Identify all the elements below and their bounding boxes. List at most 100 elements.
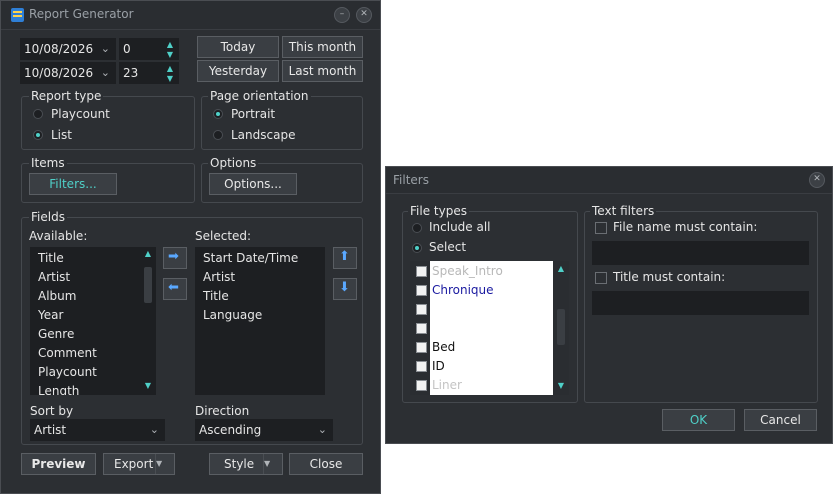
direction-label: Direction <box>195 404 250 418</box>
filters-button[interactable]: Filters... <box>29 173 117 195</box>
move-up-button[interactable]: ⬆ <box>333 247 357 269</box>
list-item[interactable]: Album <box>38 289 76 303</box>
arrow-right-icon: ➡ <box>168 249 179 264</box>
list-item[interactable]: ID <box>432 359 445 373</box>
include-all-label: Include all <box>429 220 491 234</box>
spin-down-icon[interactable]: ▼ <box>165 74 175 83</box>
export-label: Export <box>114 457 154 471</box>
selected-list[interactable]: Start Date/Time Artist Title Language <box>195 247 325 395</box>
list-item[interactable]: Genre <box>38 327 74 341</box>
chevron-down-icon: ⌄ <box>317 423 327 436</box>
checkbox[interactable] <box>416 361 427 372</box>
chevron-down-icon: ⌄ <box>100 66 110 79</box>
list-item[interactable]: Start Date/Time <box>203 251 298 265</box>
checkbox[interactable] <box>416 323 427 334</box>
hour-from-stepper[interactable]: 0 ▲ ▼ <box>119 38 179 60</box>
minimize-icon[interactable]: – <box>334 7 350 23</box>
file-types-label: File types <box>408 204 469 218</box>
arrow-down-icon: ⬇ <box>339 280 350 295</box>
export-button[interactable]: Export ▼ <box>103 453 175 475</box>
report-titlebar: Report Generator – ✕ <box>1 1 380 30</box>
list-label: List <box>51 128 72 142</box>
arrow-up-icon: ⬆ <box>339 249 350 264</box>
spin-up-icon[interactable]: ▲ <box>165 64 175 73</box>
list-item[interactable]: Language <box>203 308 262 322</box>
portrait-radio[interactable] <box>213 109 223 119</box>
cancel-button[interactable]: Cancel <box>744 409 817 431</box>
spin-up-icon[interactable]: ▲ <box>165 40 175 49</box>
select-radio[interactable] <box>412 243 422 253</box>
available-label: Available: <box>29 229 88 243</box>
file-types-list[interactable]: Speak_Intro Chronique Bed ID Liner ▲ ▼ <box>410 261 569 395</box>
available-list[interactable]: Title Artist Album Year Genre Comment Pl… <box>30 247 156 395</box>
checkbox[interactable] <box>416 342 427 353</box>
list-item[interactable]: Speak_Intro <box>432 264 503 278</box>
remove-field-button[interactable]: ⬅ <box>163 278 187 300</box>
title-input[interactable] <box>592 291 809 315</box>
today-button[interactable]: Today <box>197 36 279 58</box>
date-to-picker[interactable]: 10/08/2026 ⌄ <box>20 62 116 84</box>
list-item[interactable]: Year <box>38 308 63 322</box>
list-item[interactable]: Artist <box>38 270 70 284</box>
select-label: Select <box>429 240 467 254</box>
list-item[interactable]: Length <box>38 384 79 395</box>
list-item[interactable]: Artist <box>203 270 235 284</box>
scroll-thumb[interactable] <box>144 267 152 303</box>
scroll-up-icon[interactable]: ▲ <box>555 264 567 273</box>
list-item[interactable]: Comment <box>38 346 97 360</box>
file-types-scrollbar[interactable]: ▲ ▼ <box>555 261 567 395</box>
app-icon <box>11 8 24 22</box>
date-to-value: 10/08/2026 <box>24 66 94 80</box>
available-scrollbar[interactable]: ▲ ▼ <box>142 247 154 395</box>
landscape-radio[interactable] <box>213 130 223 140</box>
text-filters-label: Text filters <box>590 204 657 218</box>
sort-by-select[interactable]: Artist ⌄ <box>30 419 165 441</box>
list-radio[interactable] <box>33 130 43 140</box>
ok-button[interactable]: OK <box>662 409 735 431</box>
list-item[interactable]: Playcount <box>38 365 97 379</box>
checkbox[interactable] <box>416 266 427 277</box>
scroll-thumb[interactable] <box>557 309 565 345</box>
close-button[interactable]: Close <box>289 453 363 475</box>
checkbox[interactable] <box>416 380 427 391</box>
preview-button[interactable]: Preview <box>21 453 96 475</box>
report-type-group <box>21 96 195 150</box>
this-month-button[interactable]: This month <box>282 36 363 58</box>
scroll-up-icon[interactable]: ▲ <box>142 249 154 258</box>
style-button[interactable]: Style ▼ <box>209 453 283 475</box>
checkbox[interactable] <box>416 285 427 296</box>
dropdown-arrow-icon: ▼ <box>155 454 174 474</box>
yesterday-button[interactable]: Yesterday <box>197 60 279 82</box>
hour-to-stepper[interactable]: 23 ▲ ▼ <box>119 62 179 84</box>
last-month-button[interactable]: Last month <box>282 60 363 82</box>
date-from-value: 10/08/2026 <box>24 42 94 56</box>
file-types-list-bg <box>430 261 553 395</box>
include-all-radio[interactable] <box>412 223 422 233</box>
dropdown-arrow-icon: ▼ <box>263 454 282 474</box>
title-filter-label: Title must contain: <box>613 270 726 284</box>
close-window-icon[interactable]: ✕ <box>809 172 825 188</box>
title-checkbox[interactable] <box>595 272 607 284</box>
scroll-down-icon[interactable]: ▼ <box>142 381 154 390</box>
scroll-down-icon[interactable]: ▼ <box>555 381 567 390</box>
file-name-input[interactable] <box>592 241 809 265</box>
file-name-checkbox[interactable] <box>595 222 607 234</box>
file-name-label: File name must contain: <box>613 220 758 234</box>
move-down-button[interactable]: ⬇ <box>333 278 357 300</box>
date-from-picker[interactable]: 10/08/2026 ⌄ <box>20 38 116 60</box>
filters-dialog: Filters ✕ File types Include all Select … <box>385 166 833 444</box>
spin-down-icon[interactable]: ▼ <box>165 50 175 59</box>
list-item[interactable]: Bed <box>432 340 455 354</box>
direction-select[interactable]: Ascending ⌄ <box>195 419 333 441</box>
list-item[interactable]: Liner <box>432 378 462 392</box>
direction-value: Ascending <box>199 423 262 437</box>
list-item[interactable]: Title <box>203 289 229 303</box>
list-item[interactable]: Title <box>38 251 64 265</box>
list-item[interactable]: Chronique <box>432 283 494 297</box>
checkbox[interactable] <box>416 304 427 315</box>
close-window-icon[interactable]: ✕ <box>356 7 372 23</box>
playcount-radio[interactable] <box>33 109 43 119</box>
hour-to-value: 23 <box>123 66 139 80</box>
add-field-button[interactable]: ➡ <box>163 247 187 269</box>
options-button[interactable]: Options... <box>209 173 297 195</box>
